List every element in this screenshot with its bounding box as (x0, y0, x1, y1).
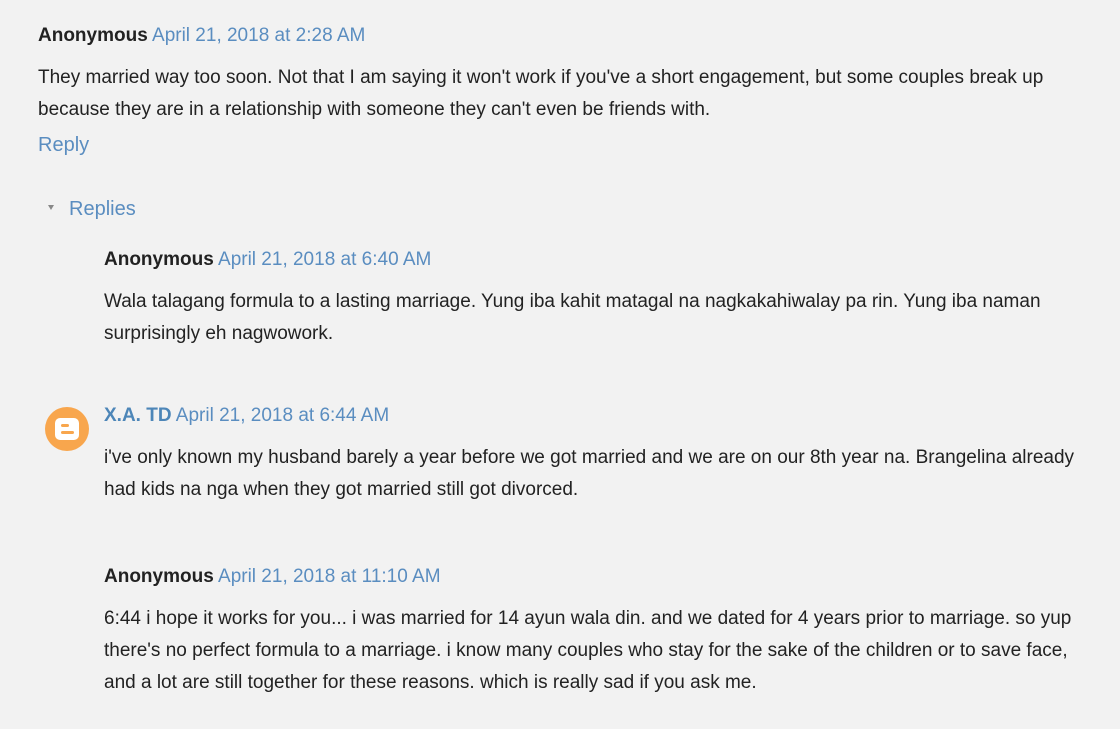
replies-toggle-label: Replies (69, 198, 136, 220)
comment-header: Anonymous April 21, 2018 at 6:40 AM (104, 248, 1098, 272)
comment-header: Anonymous April 21, 2018 at 11:10 AM (104, 565, 1098, 589)
comment-top: Anonymous April 21, 2018 at 2:28 AM They… (38, 24, 1118, 126)
replies-toggle[interactable]: Replies (48, 198, 136, 221)
comment-body: They married way too soon. Not that I am… (38, 67, 1044, 120)
comment-body: i've only known my husband barely a year… (104, 447, 1075, 500)
comment-header: Anonymous April 21, 2018 at 2:28 AM (38, 24, 1118, 48)
comment-body: 6:44 i hope it works for you... i was ma… (104, 608, 1072, 693)
blogger-icon-glyph (55, 418, 79, 440)
reply-comment-2: X.A. TD April 21, 2018 at 6:44 AM i've o… (104, 404, 1098, 506)
reply-comment-3: Anonymous April 21, 2018 at 11:10 AM 6:4… (104, 565, 1098, 699)
comment-header: X.A. TD April 21, 2018 at 6:44 AM (104, 404, 1098, 428)
blogger-icon[interactable] (45, 407, 89, 451)
comment-timestamp-link[interactable]: April 21, 2018 at 6:44 AM (176, 405, 389, 426)
comment-author: Anonymous (104, 249, 214, 270)
caret-down-icon (48, 205, 54, 210)
comment-author: Anonymous (104, 566, 214, 587)
comment-timestamp-link[interactable]: April 21, 2018 at 11:10 AM (218, 566, 441, 587)
comment-timestamp-link[interactable]: April 21, 2018 at 2:28 AM (152, 25, 365, 46)
reply-link[interactable]: Reply (38, 134, 89, 157)
comment-body: Wala talagang formula to a lasting marri… (104, 291, 1041, 344)
comment-author-link[interactable]: X.A. TD (104, 405, 172, 426)
reply-comment-1: Anonymous April 21, 2018 at 6:40 AM Wala… (104, 248, 1098, 350)
comment-author: Anonymous (38, 25, 148, 46)
comment-timestamp-link[interactable]: April 21, 2018 at 6:40 AM (218, 249, 431, 270)
